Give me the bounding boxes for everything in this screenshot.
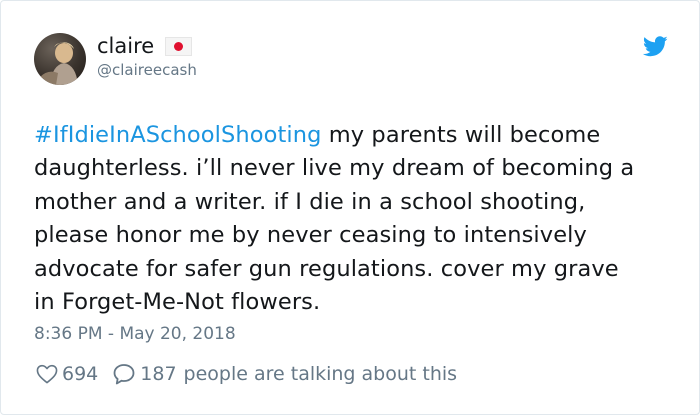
author-handle[interactable]: @claireecash [97, 61, 197, 79]
tweet-timestamp[interactable]: 8:36 PM - May 20, 2018 [34, 324, 236, 344]
japan-flag-icon [165, 37, 192, 56]
engagement-bar: 694 187 people are talking about this [36, 361, 457, 387]
hashtag-link[interactable]: #IfIdieInASchoolShooting [34, 122, 322, 148]
author-name[interactable]: claire [97, 34, 154, 58]
tweet-line: please honor me by never ceasing to inte… [34, 222, 587, 249]
speech-bubble-icon[interactable] [112, 363, 136, 385]
tweet-line: daughterless. i’ll never live my dream o… [34, 155, 635, 182]
tweet-line-text: my parents will become [321, 122, 601, 148]
talking-about-text[interactable]: people are talking about this [184, 363, 458, 385]
avatar[interactable] [34, 33, 86, 85]
tweet-line: #IfIdieInASchoolShooting my parents will… [34, 119, 684, 152]
talking-count: 187 [140, 363, 177, 385]
heart-icon[interactable] [36, 364, 58, 384]
tweet-text: #IfIdieInASchoolShooting my parents will… [34, 119, 684, 319]
tweet-line: advocate for safer gun regulations. cove… [34, 255, 619, 282]
tweet-line: mother and a writer. if I die in a schoo… [34, 188, 586, 215]
tweet-card: claire @claireecash #IfIdieInASchoolShoo… [0, 0, 700, 415]
twitter-bird-icon[interactable] [642, 36, 668, 57]
like-count: 694 [62, 363, 99, 385]
tweet-line: in Forget-Me-Not flowers. [34, 289, 321, 316]
